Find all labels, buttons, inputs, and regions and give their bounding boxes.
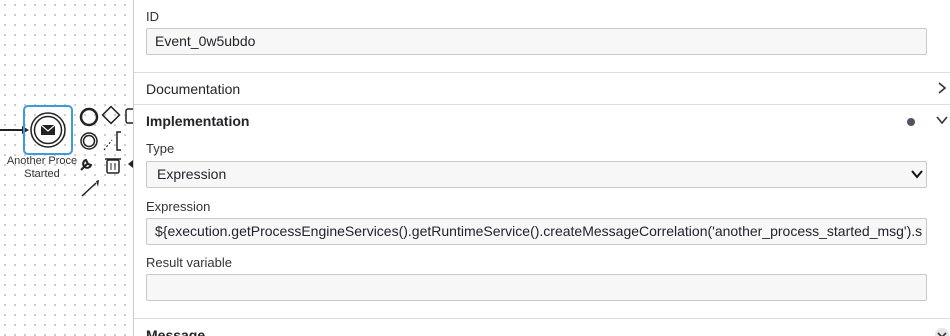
connect-arrow-icon[interactable] (81, 182, 97, 197)
element-label: Another Proce Started (5, 155, 79, 181)
data-marker-dot (907, 118, 915, 126)
element-label-line: Another Proce (6, 155, 78, 167)
implementation-title: Implementation (146, 113, 250, 129)
append-task-icon[interactable] (125, 108, 133, 124)
message-event[interactable] (30, 112, 66, 148)
type-label: Type (146, 141, 175, 156)
diagram-canvas[interactable]: Another Proce Started (0, 0, 133, 336)
append-gateway-icon[interactable] (101, 105, 121, 125)
id-label: ID (146, 9, 159, 24)
type-select[interactable]: Expression (146, 161, 927, 188)
result-variable-input[interactable] (146, 274, 927, 301)
wrench-icon[interactable] (80, 158, 93, 171)
expression-label: Expression (146, 199, 211, 214)
chevron-down-icon[interactable] (935, 113, 949, 127)
type-select-value: Expression (157, 166, 227, 182)
context-pad (79, 105, 133, 197)
chevron-down-icon (911, 170, 923, 179)
properties-panel: ID Event_0w5ubdo Documentation Implement… (133, 0, 950, 336)
message-group-header[interactable]: Message (134, 318, 950, 336)
append-end-event-icon[interactable] (79, 107, 99, 127)
implementation-group-header[interactable]: Implementation (134, 104, 950, 136)
id-input[interactable]: Event_0w5ubdo (146, 28, 927, 55)
chevron-right-icon[interactable] (935, 81, 949, 95)
text-annotation-icon[interactable] (116, 131, 121, 151)
connect-association-icon[interactable] (103, 139, 113, 151)
expression-input[interactable]: ${execution.getProcessEngineServices().g… (146, 218, 927, 245)
element-label-line: Started (24, 168, 60, 180)
chevron-down-icon[interactable] (935, 328, 949, 336)
documentation-title: Documentation (146, 81, 241, 97)
documentation-group-header[interactable]: Documentation (134, 72, 950, 104)
trash-icon[interactable] (105, 158, 121, 174)
result-variable-label: Result variable (146, 255, 232, 270)
message-title: Message (146, 327, 206, 336)
